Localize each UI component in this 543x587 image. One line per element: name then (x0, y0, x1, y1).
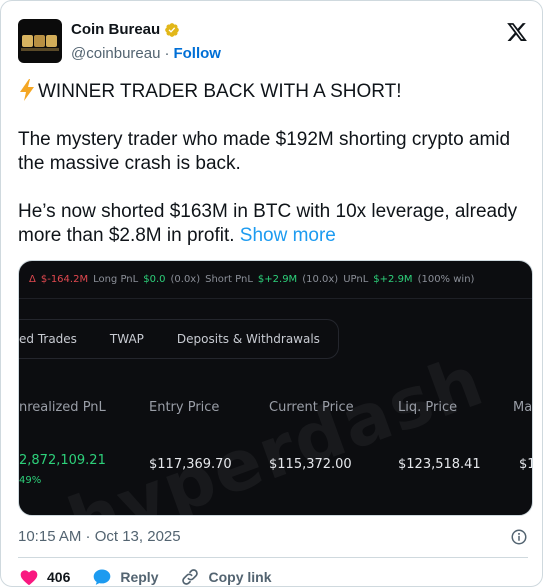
upnl-label: UPnL (343, 274, 369, 285)
long-pnl-value: $0.0 (143, 274, 166, 285)
upnl-note: (100% win) (417, 274, 475, 285)
author-handle-row: @coinbureau · Follow (71, 45, 221, 62)
copy-link-button[interactable]: Copy link (180, 567, 272, 586)
link-icon (182, 569, 199, 585)
like-button[interactable]: 406 (19, 567, 71, 586)
separator-dot: · (164, 45, 170, 62)
author-name[interactable]: Coin Bureau (71, 21, 160, 38)
col-unrealized-pnl: nrealized PnL (19, 400, 106, 415)
gold-bar-graphic (34, 35, 45, 47)
delta-label: Δ (29, 274, 36, 285)
gold-bar-graphic (46, 35, 57, 47)
media-tabs: ed Trades TWAP Deposits & Withdrawals (19, 319, 339, 359)
cell-unrealized-pnl: 2,872,109.21 (19, 453, 106, 468)
headline-text: WINNER TRADER BACK WITH A SHORT! (38, 81, 402, 102)
col-entry-price: Entry Price (149, 400, 220, 415)
action-bar: 406 Reply Copy link (19, 567, 294, 586)
short-pnl-note: (10.0x) (302, 274, 339, 285)
like-count: 406 (47, 569, 71, 585)
upnl-value: $+2.9M (373, 274, 413, 285)
tweet-headline: WINNER TRADER BACK WITH A SHORT! (18, 79, 533, 104)
copy-link-label: Copy link (208, 569, 272, 585)
tab-twap: TWAP (109, 332, 144, 346)
tweet-text: WINNER TRADER BACK WITH A SHORT! The mys… (18, 79, 533, 248)
avatar[interactable] (18, 19, 62, 63)
watermark-text: hyperdash (58, 339, 495, 516)
tweet-header: Coin Bureau @coinbureau · Follow (18, 19, 528, 65)
cell-pnl-percent: 49% (19, 475, 42, 486)
x-logo-icon[interactable] (506, 21, 528, 43)
short-pnl-label: Short PnL (205, 274, 253, 285)
tweet-paragraph: The mystery trader who made $192M shorti… (18, 129, 511, 174)
short-pnl-value: $+2.9M (257, 274, 298, 285)
info-icon[interactable] (510, 528, 528, 546)
tab-deposits-withdrawals: Deposits & Withdrawals (176, 332, 320, 346)
reply-button[interactable]: Reply (92, 567, 159, 586)
delta-value: $-164.2M (40, 274, 89, 285)
tweet-card: Coin Bureau @coinbureau · Follow WINNER … (0, 0, 543, 587)
long-pnl-label: Long PnL (93, 274, 139, 285)
reply-label: Reply (120, 569, 159, 585)
cell-margin: $1 (519, 457, 532, 472)
reply-bubble-icon (94, 569, 111, 585)
col-margin: Ma (513, 400, 533, 415)
gold-bar-graphic (22, 35, 33, 47)
heart-icon (20, 570, 38, 585)
shelf-graphic (21, 48, 59, 51)
tweet-paragraph: He’s now shorted $163M in BTC with 10x l… (18, 200, 533, 248)
cell-entry-price: $117,369.70 (149, 457, 232, 472)
divider (18, 557, 528, 558)
cell-current-price: $115,372.00 (269, 457, 352, 472)
col-liq-price: Liq. Price (398, 400, 458, 415)
cell-liq-price: $123,518.41 (398, 457, 481, 472)
verified-badge-icon (165, 22, 180, 37)
long-pnl-note: (0.0x) (170, 274, 201, 285)
tweet-timestamp[interactable]: 10:15 AM · Oct 13, 2025 (18, 528, 181, 545)
pnl-stats-bar: Δ $-164.2M Long PnL $0.0 (0.0x) Short Pn… (19, 261, 532, 299)
tab-trades: ed Trades (19, 332, 77, 346)
author-name-row[interactable]: Coin Bureau (71, 21, 180, 38)
col-current-price: Current Price (269, 400, 354, 415)
show-more-link[interactable]: Show more (240, 225, 336, 246)
media-image[interactable]: Δ $-164.2M Long PnL $0.0 (0.0x) Short Pn… (18, 260, 533, 516)
author-handle[interactable]: @coinbureau (71, 45, 160, 62)
follow-button[interactable]: Follow (173, 45, 221, 62)
lightning-bolt-icon (20, 79, 34, 101)
